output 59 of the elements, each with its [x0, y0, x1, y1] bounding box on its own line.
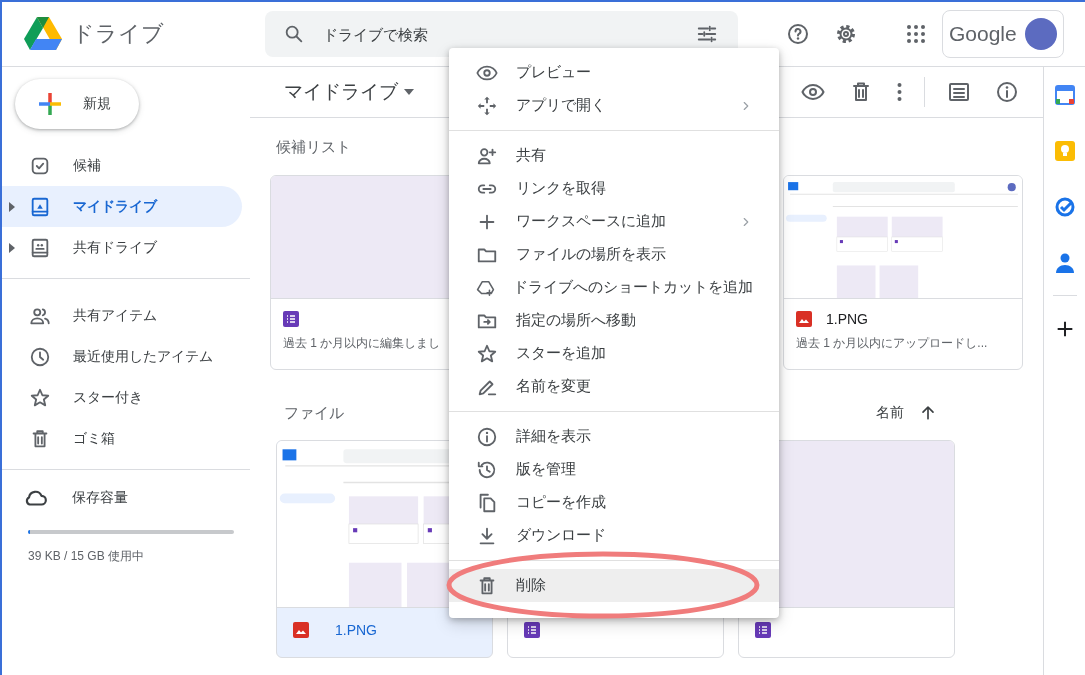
form-icon — [524, 622, 540, 638]
list-icon — [947, 80, 971, 104]
image-icon — [796, 311, 812, 327]
storage-usage: 39 KB / 15 GB 使用中 — [28, 548, 146, 565]
drive-logo-icon — [24, 17, 62, 51]
tasks-app-button[interactable] — [1054, 197, 1075, 217]
form-icon — [755, 622, 771, 638]
section-heading: ファイル — [283, 403, 344, 423]
sidebar-item[interactable]: マイドライブ — [2, 186, 242, 227]
menu-item[interactable]: 削除 — [449, 569, 779, 602]
app-title: ドライブ — [72, 20, 164, 48]
person-icon — [1055, 253, 1074, 273]
gear-icon — [834, 22, 858, 46]
file-activity: 過去 1 か月以内に編集しまし — [283, 335, 442, 352]
sidebar-item[interactable]: 最近使用したアイテム — [2, 336, 242, 377]
location-dropdown[interactable]: マイドライブ — [284, 79, 414, 105]
form-icon — [283, 311, 299, 327]
new-button[interactable]: 新規 — [15, 79, 139, 129]
sidebar-item[interactable]: スター付き — [2, 377, 242, 418]
plus-icon — [37, 91, 63, 117]
file-activity: 過去 1 か月以内にアップロードし... — [796, 335, 989, 352]
menu-item[interactable]: アプリで開く — [449, 89, 779, 122]
caret-down-icon — [404, 89, 414, 95]
search-icon — [283, 23, 305, 45]
shared-drive-icon — [29, 236, 51, 259]
contacts-app-button[interactable] — [1055, 253, 1074, 273]
file-name: 1.PNG — [335, 622, 377, 638]
search-field[interactable]: ドライブで検索 — [321, 24, 674, 44]
section-heading: 候補リスト — [275, 137, 351, 157]
sidebar-item[interactable]: 候補 — [2, 145, 242, 186]
menu-item[interactable]: 共有 — [449, 139, 779, 172]
file-name: 1.PNG — [826, 311, 868, 327]
clock-icon — [29, 345, 51, 368]
tune-icon — [696, 23, 718, 45]
move-arrows-icon — [476, 94, 498, 117]
help-icon — [786, 22, 810, 46]
sort-button[interactable]: 名前 — [870, 402, 944, 424]
info-icon — [995, 80, 1019, 104]
expand-arrow-icon[interactable] — [8, 242, 16, 253]
calendar-icon — [1054, 85, 1075, 105]
image-icon — [293, 622, 309, 638]
apps-icon — [904, 22, 928, 46]
sidebar-item[interactable]: 共有ドライブ — [2, 227, 242, 268]
account-button[interactable]: Google — [942, 10, 1064, 58]
check-circle-icon — [1054, 197, 1075, 217]
menu-item[interactable]: プレビュー — [449, 56, 779, 89]
sidebar-item[interactable]: ゴミ箱 — [2, 418, 242, 459]
calendar-app-button[interactable] — [1054, 85, 1075, 105]
menu-item[interactable]: 名前を変更 — [449, 370, 779, 403]
star-icon — [476, 342, 498, 365]
star-icon — [29, 386, 51, 409]
drive-icon — [29, 195, 51, 218]
more-icon — [897, 82, 902, 102]
storage-label: 保存容量 — [72, 489, 128, 507]
info-icon — [476, 425, 498, 448]
file-card[interactable]: 1.PNG 過去 1 か月以内にアップロードし... — [783, 175, 1023, 370]
lightbulb-icon — [1054, 141, 1075, 161]
sidebar-item[interactable]: 共有アイテム — [2, 295, 242, 336]
expand-arrow-icon[interactable] — [8, 201, 16, 212]
